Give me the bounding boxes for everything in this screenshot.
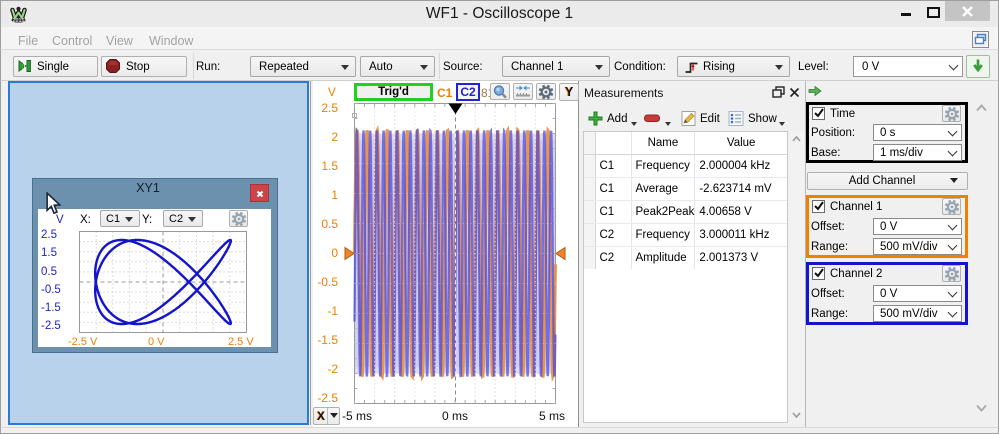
svg-text:1: 1 <box>22 62 27 71</box>
